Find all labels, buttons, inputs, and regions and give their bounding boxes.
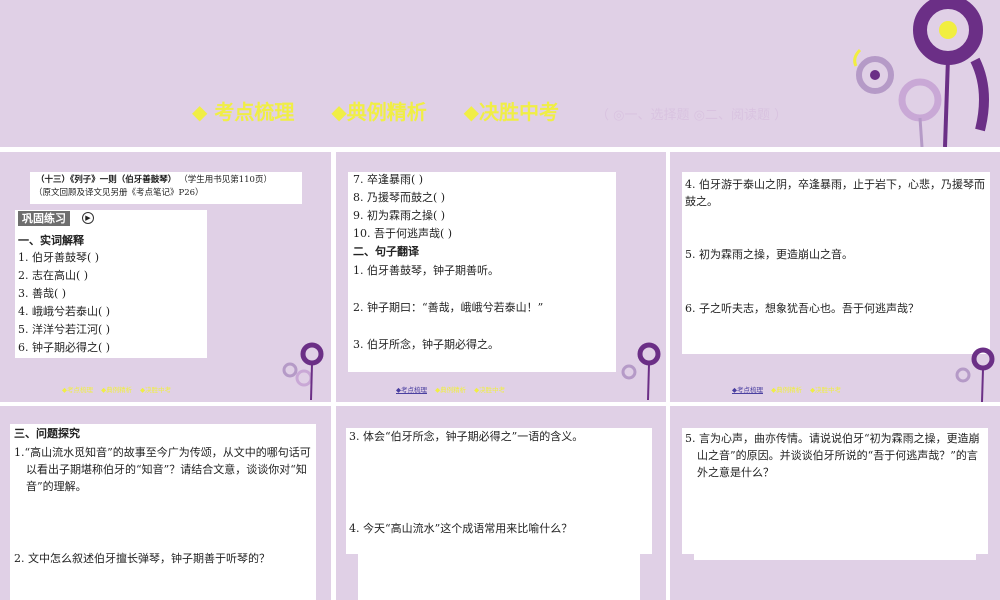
list-item: 1. 伯牙善鼓琴( )	[18, 251, 100, 264]
slide-5: 3. 体会“伯牙所念，钟子期必得之”一语的含义。 4. 今天“高山流水”这个成语…	[336, 406, 666, 600]
hero-nav: ◆ 考点梳理 ◆典例精析 ◆决胜中考 （ ◎一、选择题 ◎二、阅读题 ）	[192, 96, 817, 125]
title-sheet: （十三）《列子》一则（伯牙善鼓琴） （学生用书见第110页） （原文回顾及译文见…	[30, 172, 302, 204]
question-3: 3. 体会“伯牙所念，钟子期必得之”一语的含义。	[349, 430, 584, 443]
mini-nav-item[interactable]: ◆考点梳理	[732, 386, 763, 394]
sentence-item: 2. 钟子期曰：“善哉，峨峨兮若泰山！”	[353, 301, 544, 314]
mini-nav-item[interactable]: ◆典例精析	[771, 386, 802, 394]
small-flower-icon	[621, 342, 661, 400]
slide-4: 三、问题探究 1.“高山流水觅知音”的故事至今广为传颂，从文中的哪句话可以看出子…	[0, 406, 331, 600]
mini-nav-item[interactable]: ◆决胜中考	[810, 386, 841, 394]
list-item: 6. 钟子期必得之( )	[18, 341, 111, 354]
play-arrow-icon[interactable]: ▶	[82, 212, 94, 224]
question-6: 6. 子之听夫志，想象犹吾心也。吾于何逃声哉？	[685, 302, 919, 315]
slide-2: 7. 卒逢暴雨( ) 8. 乃援琴而鼓之( ) 9. 初为霖雨之操( ) 10.…	[336, 152, 666, 402]
list-item: 2. 志在高山( )	[18, 269, 89, 282]
question-4: 4. 今天“高山流水”这个成语常用来比喻什么？	[349, 522, 573, 535]
mini-nav: ◆考点梳理 ◆典例精析 ◆决胜中考	[396, 384, 511, 394]
exercise-sheet-lower	[694, 554, 976, 560]
small-flower-icon	[955, 347, 995, 402]
mini-nav-item[interactable]: ◆典例精析	[101, 386, 132, 394]
nav-dianli[interactable]: ◆典例精析	[331, 100, 426, 124]
sentence-item: 1. 伯牙善鼓琴，钟子期善听。	[353, 264, 499, 277]
list-item: 7. 卒逢暴雨( )	[353, 173, 424, 186]
lesson-title-note: （学生用书见第110页）	[179, 175, 272, 185]
nav-jueshen[interactable]: ◆决胜中考	[464, 100, 559, 124]
list-item: 8. 乃援琴而鼓之( )	[353, 191, 446, 204]
list-item: 3. 善哉( )	[18, 287, 67, 300]
mini-nav: ◆考点梳理 ◆典例精析 ◆决胜中考	[732, 384, 847, 394]
question-2: 2. 文中怎么叙述伯牙擅长弹琴，钟子期善于听琴的？	[14, 552, 270, 565]
small-flower-icon	[282, 342, 324, 400]
nav-extra: （ ◎一、选择题 ◎二、阅读题 ）	[596, 108, 788, 123]
list-item: 9. 初为霖雨之操( )	[353, 209, 446, 222]
section-heading: 一、实词解释	[18, 234, 84, 247]
list-item: 10. 吾于何逃声哉( )	[353, 227, 453, 240]
slide-1: （十三）《列子》一则（伯牙善鼓琴） （学生用书见第110页） （原文回顾及译文见…	[0, 152, 331, 402]
mini-nav-item[interactable]: ◆决胜中考	[140, 386, 171, 394]
hero-slide: ◆ 考点梳理 ◆典例精析 ◆决胜中考 （ ◎一、选择题 ◎二、阅读题 ）	[0, 0, 1000, 147]
list-item: 5. 洋洋兮若江河( )	[18, 323, 111, 336]
list-item: 4. 峨峨兮若泰山( )	[18, 305, 111, 318]
mini-nav-item[interactable]: ◆考点梳理	[396, 386, 427, 394]
mini-nav-item[interactable]: ◆考点梳理	[62, 386, 93, 394]
question-4: 4. 伯牙游于泰山之阴，卒逢暴雨，止于岩下，心悲，乃援琴而鼓之。	[685, 178, 985, 208]
mini-nav-item[interactable]: ◆决胜中考	[474, 386, 505, 394]
mini-nav-item[interactable]: ◆典例精析	[435, 386, 466, 394]
lesson-subtitle: （原文回顾及译文见另册《考点笔记》P26）	[34, 188, 204, 198]
mini-nav: ◆考点梳理 ◆典例精析 ◆决胜中考	[62, 384, 177, 394]
section-heading: 二、句子翻译	[353, 245, 419, 258]
nav-kaodian[interactable]: ◆ 考点梳理	[192, 100, 294, 124]
section-heading: 三、问题探究	[14, 427, 80, 440]
sentence-item: 3. 伯牙所念，钟子期必得之。	[353, 338, 499, 351]
decorative-flower-icon	[853, 0, 989, 147]
slide-6: 5. 言为心声，曲亦传情。请说说伯牙“初为霖雨之操，更造崩山之音”的原因。并谈谈…	[670, 406, 1000, 600]
question-5: 5. 言为心声，曲亦传情。请说说伯牙“初为霖雨之操，更造崩山之音”的原因。并谈谈…	[685, 432, 980, 479]
practice-badge: 巩固练习	[18, 211, 70, 226]
slide-3: 4. 伯牙游于泰山之阴，卒逢暴雨，止于岩下，心悲，乃援琴而鼓之。 5. 初为霖雨…	[670, 152, 1000, 402]
question-5: 5. 初为霖雨之操，更造崩山之音。	[685, 248, 853, 261]
question-1: 1.“高山流水觅知音”的故事至今广为传颂，从文中的哪句话可以看出子期堪称伯牙的“…	[14, 446, 311, 493]
exercise-sheet-lower	[358, 554, 640, 600]
lesson-title: （十三）《列子》一则（伯牙善鼓琴）	[36, 175, 177, 185]
